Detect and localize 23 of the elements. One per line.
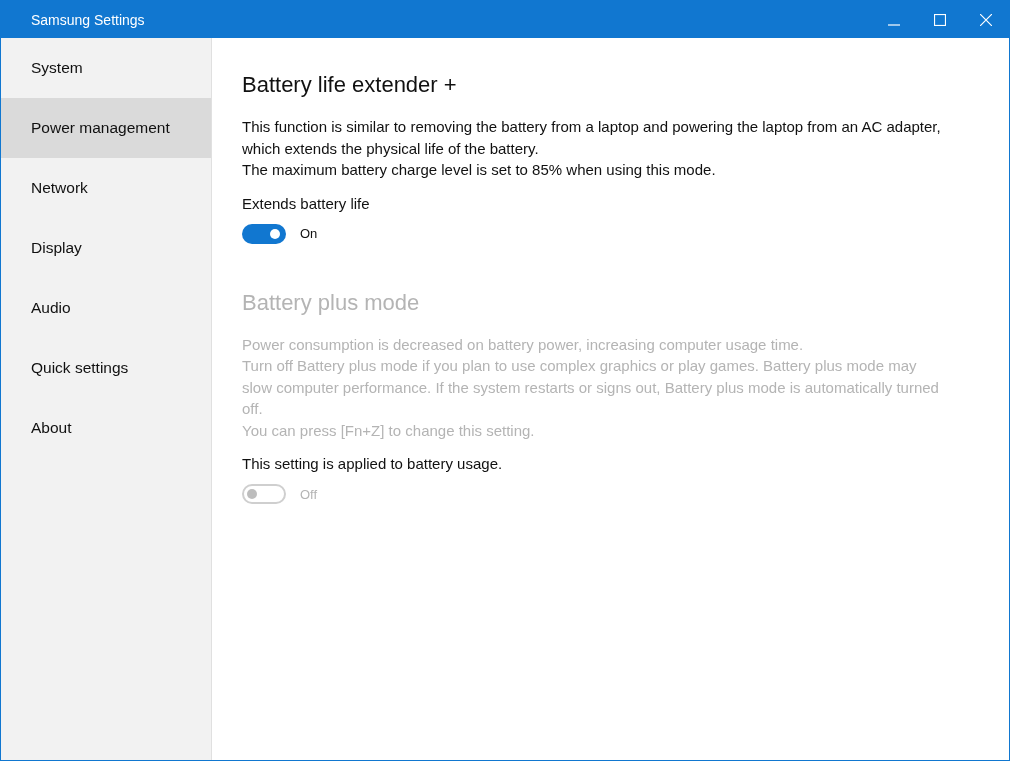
sidebar-item[interactable]: System	[1, 38, 211, 98]
sidebar-item[interactable]: Quick settings	[1, 338, 211, 398]
window-title: Samsung Settings	[30, 11, 146, 28]
toggle-label: Off	[300, 486, 318, 502]
description-text: Power consumption is decreased on battery power, increasing computer usage time.	[242, 334, 805, 355]
description-text: You can press [Fn+Z] to change this setting.	[242, 420, 536, 441]
section-title: Battery life extender +	[242, 72, 458, 98]
description-text: Turn off Battery plus mode if you plan to use complex graphics or play games. Battery plus mode may slow computer performance. If the system restarts or signs out, Battery plus mode is automatically turned off.	[242, 356, 940, 419]
sidebar-item[interactable]: Display	[1, 218, 211, 278]
setting-label: This setting is applied to battery usage.	[242, 455, 504, 472]
minimize-icon	[888, 23, 900, 26]
toggle-switch[interactable]	[242, 223, 286, 244]
sidebar-item[interactable]: Audio	[1, 278, 211, 338]
section-title: Battery plus mode	[242, 289, 421, 316]
description-text: This function is similar to removing the battery from a laptop and powering the laptop from an AC adapter, which extends the physical life of the battery.	[242, 117, 942, 159]
sidebar-item[interactable]: Network	[1, 158, 211, 218]
sidebar-item[interactable]: About	[1, 398, 211, 458]
close-icon	[980, 13, 992, 26]
toggle-label: On	[300, 226, 318, 241]
sidebar-item[interactable]: Power management	[1, 98, 211, 158]
description-text: The maximum battery charge level is set to 85% when using this mode.	[242, 160, 717, 180]
setting-label: Extends battery life	[242, 194, 371, 212]
maximize-icon	[934, 13, 946, 26]
